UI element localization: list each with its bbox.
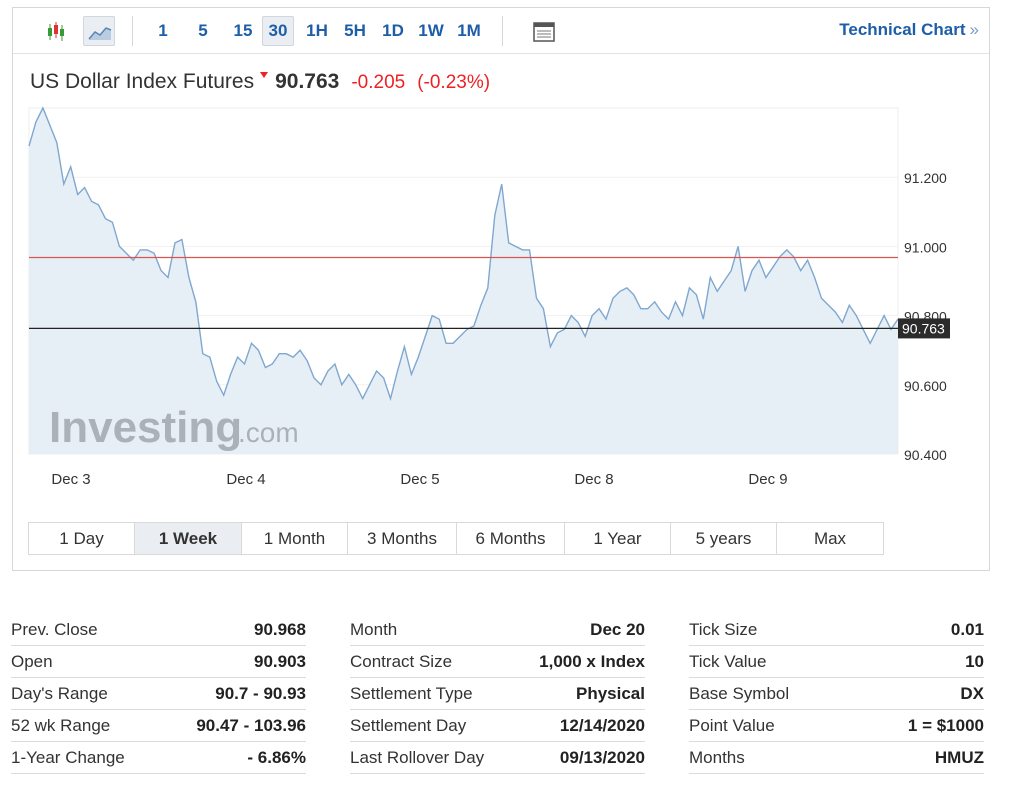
stat-row: Settlement Type Physical bbox=[350, 678, 645, 710]
stat-label: Day's Range bbox=[11, 684, 108, 703]
range-1-day-button[interactable]: 1 Day bbox=[29, 523, 135, 554]
y-tick-label: 90.400 bbox=[904, 447, 947, 463]
stats-column: Prev. Close 90.968 Open 90.903 Day's Range 90… bbox=[11, 614, 306, 774]
stat-label: Month bbox=[350, 620, 398, 639]
stat-value: 90.903 bbox=[254, 652, 306, 671]
stat-value: 09/13/2020 bbox=[559, 748, 645, 767]
stat-label: Settlement Type bbox=[350, 684, 473, 703]
stat-row: Day's Range 90.7 - 90.93 bbox=[11, 678, 306, 710]
stat-value: - 6.86% bbox=[247, 748, 306, 767]
range-1-year-button[interactable]: 1 Year bbox=[565, 523, 671, 554]
stat-label: Tick Value bbox=[689, 652, 767, 671]
stat-row: Tick Value 10 bbox=[689, 646, 984, 678]
stat-value: Physical bbox=[576, 684, 645, 703]
stat-row: Settlement Day 12/14/2020 bbox=[350, 710, 645, 742]
stat-label: Contract Size bbox=[350, 652, 453, 671]
stat-label: Tick Size bbox=[689, 620, 758, 639]
stat-label: Open bbox=[11, 652, 53, 671]
range-6-months-button[interactable]: 6 Months bbox=[457, 523, 565, 554]
stat-label: 1-Year Change bbox=[11, 748, 125, 767]
stats-column: Tick Size 0.01 Tick Value 10 Base Symbol DX Po… bbox=[689, 614, 984, 774]
x-tick-label: Dec 5 bbox=[400, 471, 439, 488]
stat-value: 10 bbox=[965, 652, 984, 671]
stat-label: Base Symbol bbox=[689, 684, 790, 703]
y-tick-label: 91.000 bbox=[904, 239, 947, 255]
stat-row: Point Value 1 = $1000 bbox=[689, 710, 984, 742]
x-tick-label: Dec 4 bbox=[226, 471, 265, 488]
stat-value: Dec 20 bbox=[590, 620, 645, 639]
stat-value: 90.47 - 103.96 bbox=[196, 716, 306, 735]
stat-label: Months bbox=[689, 748, 745, 767]
chart-widget: 1 5 15 30 1H 5H 1D 1W 1M Technical Chart» US Dol… bbox=[12, 7, 990, 571]
range-max-button[interactable]: Max bbox=[777, 523, 883, 554]
x-tick-label: Dec 9 bbox=[748, 471, 787, 488]
stat-value: HMUZ bbox=[934, 748, 984, 767]
stat-row: Contract Size 1,000 x Index bbox=[350, 646, 645, 678]
y-tick-label: 90.600 bbox=[904, 378, 947, 394]
stat-row: Open 90.903 bbox=[11, 646, 306, 678]
x-tick-label: Dec 3 bbox=[51, 471, 90, 488]
price-chart[interactable]: 91.20091.00090.80090.60090.400Investing.… bbox=[13, 8, 989, 518]
stat-row: Base Symbol DX bbox=[689, 678, 984, 710]
range-5-years-button[interactable]: 5 years bbox=[671, 523, 777, 554]
stat-value: 90.968 bbox=[254, 620, 306, 639]
stat-row: Month Dec 20 bbox=[350, 614, 645, 646]
stat-label: Settlement Day bbox=[350, 716, 467, 735]
stats-column: Month Dec 20 Contract Size 1,000 x Index Set… bbox=[350, 614, 645, 774]
stat-label: Point Value bbox=[689, 716, 775, 735]
stat-value: 90.7 - 90.93 bbox=[215, 684, 306, 703]
stat-value: 1 = $1000 bbox=[907, 716, 984, 735]
stat-row: 52 wk Range 90.47 - 103.96 bbox=[11, 710, 306, 742]
stat-row: Prev. Close 90.968 bbox=[11, 614, 306, 646]
stat-row: 1-Year Change - 6.86% bbox=[11, 742, 306, 774]
stat-row: Tick Size 0.01 bbox=[689, 614, 984, 646]
range-3-months-button[interactable]: 3 Months bbox=[348, 523, 457, 554]
stat-value: 0.01 bbox=[950, 620, 984, 639]
stat-value: 1,000 x Index bbox=[539, 652, 645, 671]
stat-value: DX bbox=[960, 684, 984, 703]
stat-label: 52 wk Range bbox=[11, 716, 111, 735]
investing-watermark-suffix: .com bbox=[238, 417, 299, 448]
stat-value: 12/14/2020 bbox=[559, 716, 645, 735]
stat-row: Months HMUZ bbox=[689, 742, 984, 774]
current-price-label: 90.763 bbox=[902, 320, 945, 336]
y-tick-label: 91.200 bbox=[904, 170, 947, 186]
stat-row: Last Rollover Day 09/13/2020 bbox=[350, 742, 645, 774]
range-1-week-button[interactable]: 1 Week bbox=[135, 523, 242, 554]
stat-label: Last Rollover Day bbox=[350, 748, 485, 767]
x-tick-label: Dec 8 bbox=[574, 471, 613, 488]
investing-watermark: Investing bbox=[49, 403, 242, 452]
range-1-month-button[interactable]: 1 Month bbox=[242, 523, 348, 554]
stat-label: Prev. Close bbox=[11, 620, 98, 639]
range-selector: 1 Day 1 Week 1 Month 3 Months 6 Months 1 Year… bbox=[28, 522, 884, 555]
